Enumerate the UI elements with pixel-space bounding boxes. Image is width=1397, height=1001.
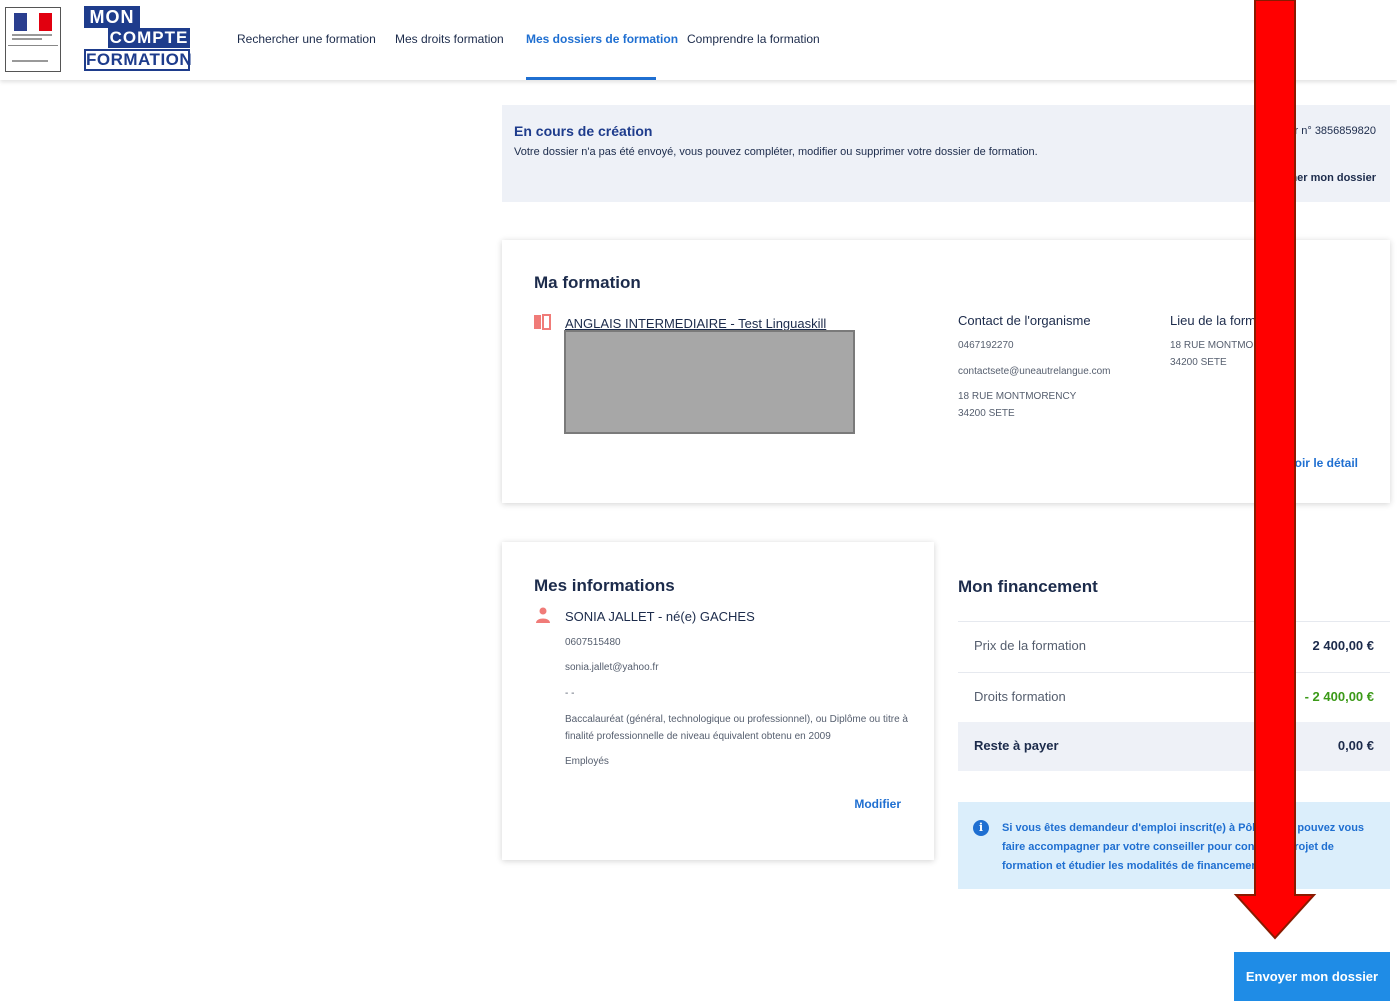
info-icon: i xyxy=(973,820,989,836)
mon-compte-formation-logo[interactable]: MON COMPTE FORMATION xyxy=(84,6,193,72)
nav-rechercher-formation[interactable]: Rechercher une formation xyxy=(237,32,376,46)
user-phone: 0607515480 xyxy=(565,637,621,648)
financement-row-prix: Prix de la formation 2 400,00 € xyxy=(958,621,1390,670)
nav-mes-dossiers-formation[interactable]: Mes dossiers de formation xyxy=(526,32,678,46)
financement-label: Reste à payer xyxy=(974,738,1059,753)
info-text: Si vous êtes demandeur d'emploi inscrit(… xyxy=(1002,822,1365,872)
book-icon xyxy=(534,314,551,330)
user-diploma: Baccalauréat (général, technologique ou … xyxy=(565,714,908,742)
financement-value: 0,00 € xyxy=(1337,738,1374,753)
user-name: SONIA JALLET - né(e) GACHES xyxy=(565,609,755,624)
nav-comprendre-formation[interactable]: Comprendre la formation xyxy=(687,32,820,46)
contact-organisme-heading: Contact de l'organisme xyxy=(958,313,1091,328)
formation-name[interactable]: ANGLAIS INTERMEDIAIRE - Test Linguaskill xyxy=(565,316,826,331)
republique-francaise-logo[interactable] xyxy=(5,7,61,72)
french-flag-icon xyxy=(14,13,52,31)
logo-compte: COMPTE xyxy=(108,28,190,48)
user-address: - - xyxy=(565,688,575,699)
redacted-area xyxy=(564,330,855,434)
user-category: Employés xyxy=(565,756,609,767)
contact-phone: 0467192270 xyxy=(958,340,1014,351)
formation-card-title: Ma formation xyxy=(534,273,641,292)
informations-card: Mes informations SONIA JALLET - né(e) GA… xyxy=(502,542,934,860)
logo-formation: FORMATION xyxy=(84,49,193,71)
site-header: MON COMPTE FORMATION Rechercher une form… xyxy=(0,0,1397,80)
status-description: Votre dossier n'a pas été envoyé, vous p… xyxy=(514,146,1038,158)
financement-title: Mon financement xyxy=(958,577,1098,596)
lieu-address-line2: 34200 SETE xyxy=(1170,357,1227,368)
red-arrow-annotation xyxy=(1233,0,1317,940)
nav-mes-droits-formation[interactable]: Mes droits formation xyxy=(395,32,504,46)
financement-label: Droits formation xyxy=(974,689,1066,704)
contact-address-line2: 34200 SETE xyxy=(958,408,1015,419)
informations-card-title: Mes informations xyxy=(534,576,675,595)
modifier-informations-link[interactable]: Modifier xyxy=(854,797,901,811)
user-email: sonia.jallet@yahoo.fr xyxy=(565,662,659,673)
active-nav-indicator xyxy=(526,77,656,80)
financement-value: 2 400,00 € xyxy=(1312,638,1374,653)
logo-mon: MON xyxy=(84,6,140,28)
financement-row-reste: Reste à payer 0,00 € xyxy=(958,722,1390,771)
user-icon xyxy=(536,607,550,623)
status-title: En cours de création xyxy=(514,123,653,139)
financement-label: Prix de la formation xyxy=(974,638,1086,653)
contact-email: contactsete@uneautrelangue.com xyxy=(958,366,1111,377)
contact-address-line1: 18 RUE MONTMORENCY xyxy=(958,391,1077,402)
pole-emploi-info-box: i Si vous êtes demandeur d'emploi inscri… xyxy=(958,802,1390,889)
envoyer-dossier-button[interactable]: Envoyer mon dossier xyxy=(1234,952,1390,1001)
financement-row-droits: Droits formation - 2 400,00 € xyxy=(958,672,1390,721)
